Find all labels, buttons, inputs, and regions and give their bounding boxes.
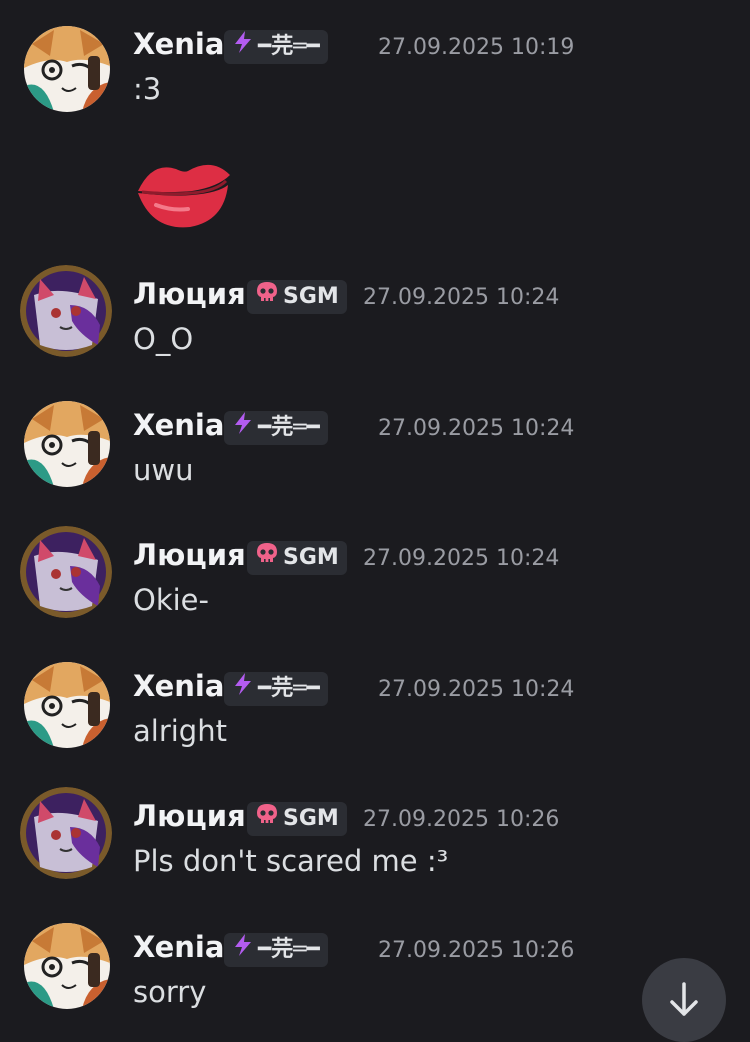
avatar[interactable] [20, 526, 112, 618]
message-text: Okie- [133, 583, 209, 617]
message-text: sorry [133, 975, 207, 1009]
timestamp: 27.09.2025 10:26 [378, 938, 575, 963]
kiss-emoji-icon[interactable] [132, 151, 234, 237]
lightning-icon [232, 411, 254, 446]
timestamp: 27.09.2025 10:24 [363, 546, 560, 571]
role-tag-label: SGM [283, 806, 339, 831]
fox-avatar-icon [24, 662, 110, 748]
timestamp: 27.09.2025 10:26 [363, 807, 560, 832]
timestamp: 27.09.2025 10:19 [378, 35, 575, 60]
role-tag-label: SGM [283, 284, 339, 309]
message: Люция SGM 27.09.2025 10:26 Pls don't sca… [0, 787, 750, 887]
role-tag[interactable]: ━芫═━ [224, 672, 328, 706]
timestamp: 27.09.2025 10:24 [378, 416, 575, 441]
avatar[interactable] [24, 662, 110, 748]
message-text: Pls don't scared me :³ [133, 844, 449, 878]
role-tag[interactable]: ━芫═━ [224, 933, 328, 967]
role-tag[interactable]: ━芫═━ [224, 30, 328, 64]
timestamp: 27.09.2025 10:24 [363, 285, 560, 310]
lightning-icon [232, 933, 254, 968]
message: Люция SGM 27.09.2025 10:24 O_O [0, 265, 750, 365]
avatar[interactable] [20, 265, 112, 357]
cat-avatar-icon [20, 787, 112, 879]
author-name[interactable]: Xenia [133, 928, 224, 966]
author-name[interactable]: Xenia [133, 25, 224, 63]
skull-icon [255, 280, 279, 315]
message: Xenia ━芫═━ 27.09.2025 10:26 sorry [0, 923, 750, 1018]
message: Xenia ━芫═━ 27.09.2025 10:19 :3 [0, 25, 750, 228]
skull-icon [255, 802, 279, 837]
avatar[interactable] [20, 787, 112, 879]
author-name[interactable]: Xenia [133, 667, 224, 705]
role-tag[interactable]: SGM [247, 541, 347, 575]
fox-avatar-icon [24, 401, 110, 487]
role-tag-label: ━芫═━ [258, 415, 320, 440]
cat-avatar-icon [20, 265, 112, 357]
role-tag[interactable]: SGM [247, 802, 347, 836]
avatar[interactable] [24, 26, 110, 112]
role-tag-label: ━芫═━ [258, 937, 320, 962]
timestamp: 27.09.2025 10:24 [378, 677, 575, 702]
author-name[interactable]: Люция [133, 275, 246, 313]
role-tag[interactable]: SGM [247, 280, 347, 314]
role-tag[interactable]: ━芫═━ [224, 411, 328, 445]
cat-avatar-icon [20, 526, 112, 618]
lightning-icon [232, 30, 254, 65]
role-tag-label: ━芫═━ [258, 34, 320, 59]
fox-avatar-icon [24, 26, 110, 112]
role-tag-label: SGM [283, 545, 339, 570]
skull-icon [255, 541, 279, 576]
message: Люция SGM 27.09.2025 10:24 Okie- [0, 526, 750, 626]
message-text: uwu [133, 453, 194, 487]
role-tag-label: ━芫═━ [258, 676, 320, 701]
fox-avatar-icon [24, 923, 110, 1009]
author-name[interactable]: Люция [133, 536, 246, 574]
avatar[interactable] [24, 401, 110, 487]
author-name[interactable]: Xenia [133, 406, 224, 444]
message: Xenia ━芫═━ 27.09.2025 10:24 uwu [0, 401, 750, 496]
author-name[interactable]: Люция [133, 797, 246, 835]
message-text: alright [133, 714, 227, 748]
message-text: :3 [133, 72, 162, 106]
message: Xenia ━芫═━ 27.09.2025 10:24 alright [0, 662, 750, 757]
message-text: O_O [133, 322, 194, 356]
arrow-down-icon [670, 982, 698, 1016]
scroll-to-bottom-button[interactable] [642, 958, 726, 1042]
avatar[interactable] [24, 923, 110, 1009]
lightning-icon [232, 672, 254, 707]
